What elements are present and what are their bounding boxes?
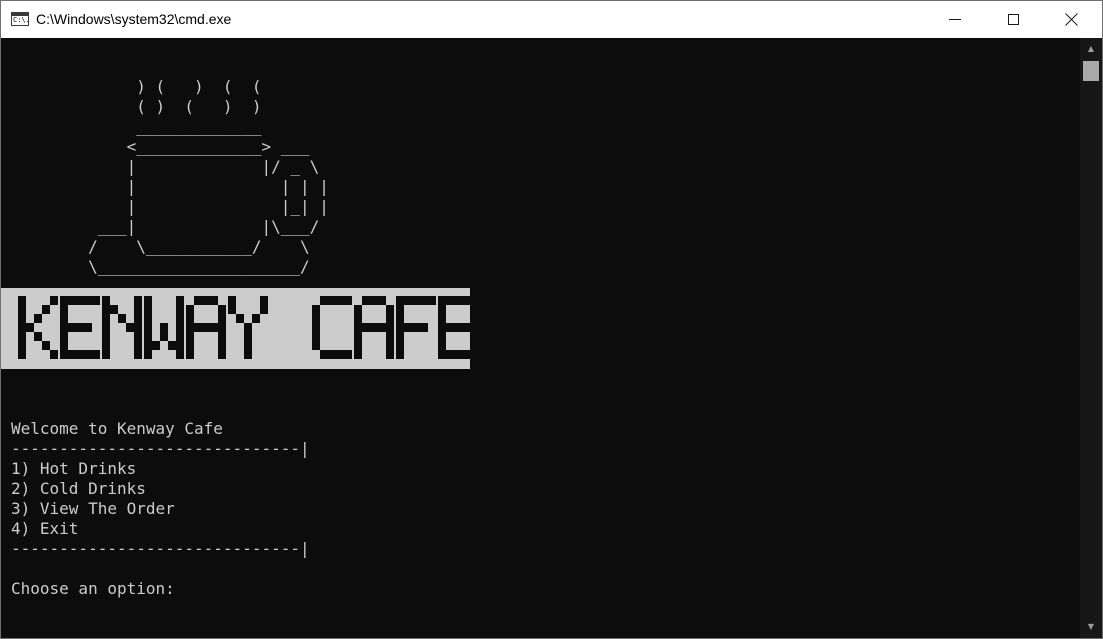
maximize-button[interactable] — [985, 1, 1043, 38]
banner-letter — [396, 296, 436, 359]
close-icon — [1064, 8, 1080, 28]
banner-letter — [102, 296, 142, 359]
maximize-icon — [1008, 14, 1019, 25]
ascii-art-line: ( ) ( ) ) — [136, 97, 262, 116]
ascii-art-line: / \___________/ \ — [88, 237, 310, 256]
banner-letter — [438, 296, 470, 359]
scroll-down-arrow-icon[interactable]: ▼ — [1080, 618, 1102, 635]
banner-pixel-text — [18, 296, 470, 359]
window-title: C:\Windows\system32\cmd.exe — [36, 11, 232, 27]
minimize-icon — [949, 19, 961, 20]
banner-letter — [18, 296, 58, 359]
banner-letter — [186, 296, 226, 359]
ascii-art-line: <_____________> ___ — [126, 137, 310, 156]
ascii-art-line: | | | | — [126, 177, 329, 196]
ascii-art-line: _____________ — [136, 117, 262, 136]
ascii-art-line: | |/ _ \ — [126, 157, 320, 176]
cmd-icon-glyph: C:\. — [13, 16, 30, 24]
close-button[interactable] — [1043, 1, 1101, 38]
welcome-message: Welcome to Kenway Cafe — [11, 419, 223, 438]
scrollbar-thumb[interactable] — [1083, 61, 1099, 81]
coffee-cup-ascii-art: ) ( ) ( ( ( ) ( ) ) _____________ <_____… — [11, 77, 329, 277]
banner-letter — [228, 296, 268, 359]
console-window: C:\. C:\Windows\system32\cmd.exe ) ( ) (… — [0, 0, 1103, 639]
input-prompt: Choose an option: — [11, 579, 175, 598]
ascii-art-line: | |_| | — [126, 197, 329, 216]
menu-option: 1) Hot Drinks — [11, 459, 137, 478]
menu-option: 3) View The Order — [11, 499, 175, 518]
minimize-button[interactable] — [927, 1, 985, 38]
banner-letter — [144, 296, 184, 359]
banner-letter — [354, 296, 394, 359]
ascii-art-line: \_____________________/ — [88, 257, 310, 276]
title-bar[interactable]: C:\. C:\Windows\system32\cmd.exe — [1, 1, 1102, 38]
console-output[interactable]: ) ( ) ( ( ( ) ( ) ) _____________ <_____… — [1, 38, 1080, 638]
banner-letter — [312, 296, 352, 359]
scroll-up-arrow-icon[interactable]: ▲ — [1080, 40, 1102, 57]
menu-divider: ------------------------------| — [11, 539, 310, 558]
kenway-cafe-banner — [1, 288, 470, 369]
menu-output: Welcome to Kenway Cafe -----------------… — [11, 419, 310, 599]
banner-letter — [60, 296, 100, 359]
menu-option: 2) Cold Drinks — [11, 479, 146, 498]
ascii-art-line: ___| |\___/ — [97, 217, 320, 236]
vertical-scrollbar[interactable]: ▲ ▼ — [1080, 38, 1102, 638]
menu-option: 4) Exit — [11, 519, 79, 538]
cmd-console-icon[interactable]: C:\. — [11, 12, 30, 26]
ascii-art-line: ) ( ) ( ( — [136, 77, 262, 96]
menu-divider: ------------------------------| — [11, 439, 310, 458]
